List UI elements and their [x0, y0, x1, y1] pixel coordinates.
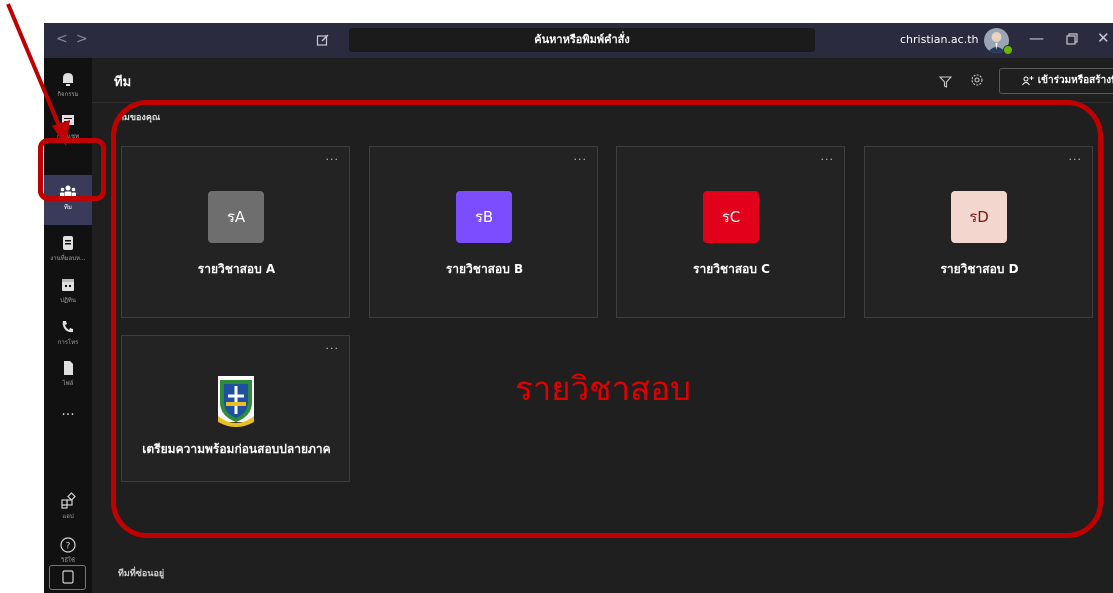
- rail-label: ทีม: [64, 204, 72, 211]
- rail-item-calls[interactable]: การโทร: [44, 314, 92, 354]
- title-bar: < > ค้นหาหรือพิมพ์คำสั่ง christian.ac.th…: [44, 23, 1113, 58]
- more-apps-icon[interactable]: ...: [44, 401, 92, 425]
- rail-item-calendar[interactable]: ปฏิทิน: [44, 272, 92, 312]
- rail-label: ปฏิทิน: [60, 297, 76, 304]
- phone-icon: [62, 321, 73, 333]
- device-icon[interactable]: [49, 565, 86, 590]
- calendar-icon: [62, 279, 74, 291]
- close-icon[interactable]: ✕: [1097, 29, 1110, 47]
- add-team-icon: [1021, 75, 1034, 85]
- restore-icon[interactable]: [1066, 29, 1078, 49]
- annotation-arrow-icon: [6, 3, 70, 146]
- presence-status-icon: [1003, 45, 1013, 55]
- assignments-icon: [63, 236, 73, 250]
- section-heading-hidden-teams: ทีมที่ซ่อนอยู่: [118, 569, 165, 579]
- rail-item-assignments[interactable]: งานที่มอบห...: [44, 230, 92, 270]
- annotation-label: รายวิชาสอบ: [515, 369, 691, 408]
- svg-text:?: ?: [66, 542, 71, 552]
- rail-label: ไฟล์: [62, 380, 74, 387]
- rail-label: แอป: [62, 513, 74, 520]
- minimize-icon[interactable]: —: [1029, 29, 1044, 47]
- new-chat-icon[interactable]: [316, 32, 330, 51]
- join-or-create-team-button[interactable]: เข้าร่วมหรือสร้างทีม: [999, 68, 1113, 94]
- rail-item-files[interactable]: ไฟล์: [44, 355, 92, 395]
- annotation-highlight-box: [111, 100, 1103, 538]
- rail-item-apps[interactable]: แอป: [44, 488, 92, 528]
- gear-icon[interactable]: [970, 72, 984, 91]
- search-input[interactable]: ค้นหาหรือพิมพ์คำสั่ง: [349, 28, 815, 52]
- file-icon: [64, 361, 73, 375]
- account-name: christian.ac.th: [900, 33, 979, 46]
- rail-label: งานที่มอบห...: [50, 255, 86, 262]
- rail-label: การโทร: [57, 339, 79, 346]
- rail-label: วิธีใช้: [60, 557, 76, 564]
- join-or-create-label: เข้าร่วมหรือสร้างทีม: [1037, 75, 1113, 86]
- apps-icon: [61, 492, 76, 509]
- help-icon: ?: [60, 537, 76, 553]
- filter-icon[interactable]: [938, 73, 953, 92]
- teams-header: ทีม เข้าร่วมหรือสร้างทีม: [92, 58, 1113, 103]
- page-title: ทีม: [114, 75, 132, 90]
- account-menu[interactable]: christian.ac.th ⌄: [900, 33, 991, 46]
